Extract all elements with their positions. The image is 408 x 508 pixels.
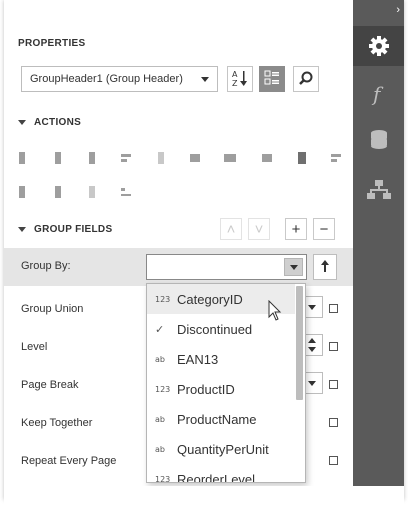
list-item[interactable]: ab EAN13 bbox=[147, 344, 295, 374]
collapse-triangle-icon bbox=[18, 120, 26, 125]
page-break-checkbox[interactable] bbox=[329, 380, 338, 389]
string-type-icon: ab bbox=[155, 444, 165, 454]
chevron-down-icon bbox=[308, 381, 316, 386]
group-fields-title: GROUP FIELDS bbox=[34, 224, 113, 235]
side-tab-bar: › f bbox=[353, 0, 404, 492]
group-fields-section-header[interactable]: GROUP FIELDS bbox=[18, 224, 112, 235]
vertical-spacing-icon[interactable] bbox=[52, 186, 64, 198]
svg-text:A: A bbox=[232, 70, 238, 79]
group-by-field-select[interactable] bbox=[146, 254, 307, 280]
move-up-button[interactable]: ˄ bbox=[220, 218, 242, 240]
group-union-label: Group Union bbox=[21, 303, 84, 315]
search-icon bbox=[298, 70, 314, 89]
actions-title: ACTIONS bbox=[34, 117, 82, 128]
dropdown-button[interactable] bbox=[284, 258, 303, 276]
bring-to-front-icon[interactable] bbox=[86, 186, 98, 198]
clipboard-icon[interactable] bbox=[296, 152, 308, 164]
add-group-field-button[interactable]: + bbox=[285, 218, 307, 240]
list-item[interactable]: ab QuantityPerUnit bbox=[147, 434, 295, 464]
chevron-down-icon bbox=[308, 305, 316, 310]
string-type-icon: ab bbox=[155, 414, 165, 424]
categorized-list-icon bbox=[264, 70, 280, 89]
move-down-button[interactable]: ˅ bbox=[248, 218, 270, 240]
collapse-panel-icon[interactable]: › bbox=[396, 4, 400, 16]
numeric-type-icon: 123 bbox=[155, 294, 171, 304]
align-right-icon[interactable] bbox=[86, 152, 98, 164]
same-width-icon[interactable] bbox=[224, 152, 236, 164]
list-item[interactable]: ab ProductName bbox=[147, 404, 295, 434]
hierarchy-icon bbox=[366, 179, 391, 201]
remove-group-field-button[interactable]: − bbox=[313, 218, 335, 240]
string-type-icon: ab bbox=[155, 354, 165, 364]
field-name: ProductName bbox=[177, 411, 257, 427]
keep-together-checkbox[interactable] bbox=[329, 418, 338, 427]
arrow-up-icon bbox=[320, 259, 330, 276]
sort-order-button[interactable] bbox=[313, 254, 337, 280]
field-name: ProductID bbox=[177, 381, 235, 397]
group-by-row: Group By: bbox=[4, 248, 353, 286]
svg-text:f: f bbox=[371, 83, 384, 105]
level-label: Level bbox=[21, 341, 48, 353]
dropdown-scrollbar[interactable] bbox=[296, 286, 303, 400]
keep-together-label: Keep Together bbox=[21, 417, 93, 429]
group-by-dropdown-list[interactable]: 123 CategoryID ✓ Discontinued ab EAN13 1… bbox=[146, 283, 306, 483]
level-checkbox[interactable] bbox=[329, 342, 338, 351]
torn-edge bbox=[4, 486, 404, 508]
properties-title: PROPERTIES bbox=[18, 38, 86, 49]
align-top-icon[interactable] bbox=[120, 152, 132, 164]
categorized-view-button[interactable] bbox=[259, 66, 285, 92]
horizontal-spacing-icon[interactable] bbox=[16, 186, 28, 198]
align-bottom-icon[interactable] bbox=[189, 152, 201, 164]
page-break-label: Page Break bbox=[21, 379, 79, 391]
numeric-type-icon: 123 bbox=[155, 474, 171, 483]
chevron-down-icon bbox=[290, 265, 298, 270]
align-middle-icon[interactable] bbox=[155, 152, 167, 164]
field-name: QuantityPerUnit bbox=[177, 441, 269, 457]
search-button[interactable] bbox=[293, 66, 319, 92]
svg-text:Z: Z bbox=[232, 79, 238, 87]
field-name: Discontinued bbox=[177, 321, 253, 337]
component-selector[interactable]: GroupHeader1 (Group Header) bbox=[21, 66, 218, 92]
tab-report-explorer[interactable] bbox=[353, 170, 404, 210]
field-name: CategoryID bbox=[177, 291, 243, 307]
collapse-triangle-icon bbox=[18, 227, 26, 232]
tab-expressions[interactable]: f bbox=[353, 74, 404, 114]
align-left-icon[interactable] bbox=[16, 152, 28, 164]
list-item[interactable]: 123 ProductID bbox=[147, 374, 295, 404]
tab-field-list[interactable] bbox=[353, 120, 404, 160]
function-icon: f bbox=[368, 83, 390, 105]
boolean-type-icon: ✓ bbox=[155, 322, 165, 336]
numeric-type-icon: 123 bbox=[155, 384, 171, 394]
gear-icon bbox=[368, 35, 390, 57]
field-name: ReorderLevel bbox=[177, 471, 256, 483]
repeat-every-page-checkbox[interactable] bbox=[329, 456, 338, 465]
list-item[interactable]: 123 ReorderLevel bbox=[147, 464, 295, 483]
sort-alphabetical-button[interactable]: A Z bbox=[227, 66, 253, 92]
component-selector-value: GroupHeader1 (Group Header) bbox=[30, 73, 183, 85]
same-height-icon[interactable] bbox=[261, 152, 273, 164]
group-union-checkbox[interactable] bbox=[329, 304, 338, 313]
tab-properties[interactable] bbox=[353, 26, 404, 66]
actions-section-header[interactable]: ACTIONS bbox=[18, 117, 81, 128]
size-to-grid-icon[interactable] bbox=[330, 152, 342, 164]
align-center-icon[interactable] bbox=[52, 152, 64, 164]
group-by-label: Group By: bbox=[21, 260, 71, 272]
send-to-back-icon[interactable] bbox=[120, 186, 132, 198]
field-name: EAN13 bbox=[177, 351, 219, 367]
mouse-pointer-icon bbox=[268, 299, 282, 325]
repeat-every-page-label: Repeat Every Page bbox=[21, 455, 117, 467]
chevron-down-icon bbox=[201, 77, 209, 82]
sort-az-icon: A Z bbox=[231, 69, 249, 90]
database-icon bbox=[369, 129, 389, 151]
